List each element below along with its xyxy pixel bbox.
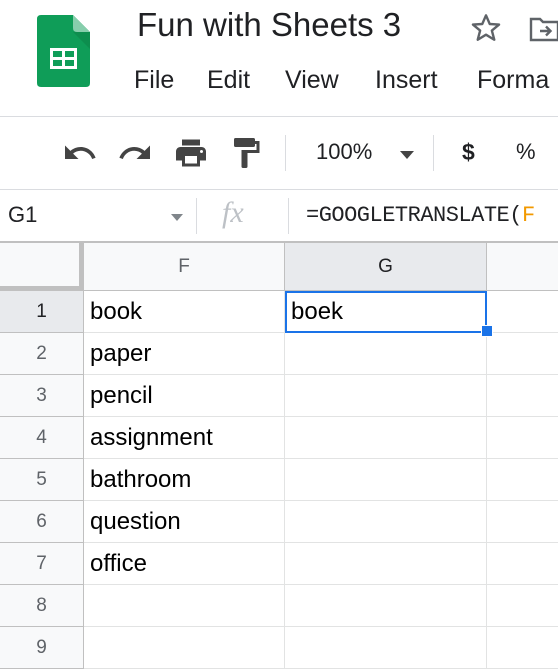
row-header[interactable]: 9 (0, 627, 84, 669)
active-cell-selection (285, 291, 487, 333)
column-header-h[interactable] (487, 243, 558, 291)
chevron-down-icon[interactable] (171, 214, 183, 221)
row-header[interactable]: 1 (0, 291, 84, 333)
menu-format[interactable]: Forma (477, 66, 549, 95)
cell-h8[interactable] (487, 585, 558, 627)
row-header[interactable]: 7 (0, 543, 84, 585)
menu-file[interactable]: File (134, 66, 174, 95)
star-icon[interactable] (470, 12, 502, 44)
row-header[interactable]: 2 (0, 333, 84, 375)
formula-bar-separator (288, 198, 289, 234)
cell-g2[interactable] (285, 333, 487, 375)
cell-g7[interactable] (285, 543, 487, 585)
formula-text: =GOOGLETRANSLATE( (306, 203, 522, 228)
zoom-select[interactable]: 100% (316, 139, 372, 165)
cell-f6[interactable]: question (84, 501, 285, 543)
cell-f8[interactable] (84, 585, 285, 627)
row-header[interactable]: 3 (0, 375, 84, 417)
fill-handle[interactable] (481, 325, 493, 337)
fx-icon: fx (222, 196, 244, 229)
cell-f9[interactable] (84, 627, 285, 669)
move-to-folder-icon[interactable] (528, 14, 558, 44)
cell-h2[interactable] (487, 333, 558, 375)
select-all-corner[interactable] (0, 243, 84, 291)
cell-h5[interactable] (487, 459, 558, 501)
document-title[interactable]: Fun with Sheets 3 (137, 6, 401, 44)
menu-insert[interactable]: Insert (375, 66, 438, 95)
cell-f7[interactable]: office (84, 543, 285, 585)
cell-f4[interactable]: assignment (84, 417, 285, 459)
redo-icon[interactable] (117, 135, 153, 171)
menu-edit[interactable]: Edit (207, 66, 250, 95)
cell-h1[interactable] (487, 291, 558, 333)
cell-h4[interactable] (487, 417, 558, 459)
row-header[interactable]: 5 (0, 459, 84, 501)
row-header[interactable]: 6 (0, 501, 84, 543)
toolbar-separator (433, 135, 434, 171)
toolbar-separator (285, 135, 286, 171)
cell-f2[interactable]: paper (84, 333, 285, 375)
formula-input[interactable]: =GOOGLETRANSLATE(F (306, 203, 535, 228)
cell-g8[interactable] (285, 585, 487, 627)
toolbar-divider (0, 189, 558, 190)
formula-reference: F (521, 203, 535, 228)
format-currency-button[interactable]: $ (462, 139, 475, 166)
cell-g3[interactable] (285, 375, 487, 417)
cell-h9[interactable] (487, 627, 558, 669)
row-header[interactable]: 4 (0, 417, 84, 459)
cell-f1[interactable]: book (84, 291, 285, 333)
cell-g6[interactable] (285, 501, 487, 543)
cell-h6[interactable] (487, 501, 558, 543)
sheets-logo-icon[interactable] (37, 15, 90, 87)
chevron-down-icon[interactable] (399, 150, 415, 160)
formula-bar-separator (196, 198, 197, 234)
cell-g5[interactable] (285, 459, 487, 501)
cell-h7[interactable] (487, 543, 558, 585)
cell-h3[interactable] (487, 375, 558, 417)
cell-g4[interactable] (285, 417, 487, 459)
cell-g9[interactable] (285, 627, 487, 669)
column-header-f[interactable]: F (84, 243, 285, 291)
format-percent-button[interactable]: % (516, 139, 536, 165)
column-header-g[interactable]: G (285, 243, 487, 291)
cell-f5[interactable]: bathroom (84, 459, 285, 501)
cell-f3[interactable]: pencil (84, 375, 285, 417)
paint-format-icon[interactable] (228, 135, 264, 171)
undo-icon[interactable] (62, 135, 98, 171)
header-divider (0, 116, 558, 117)
name-box[interactable]: G1 (8, 202, 37, 228)
row-header[interactable]: 8 (0, 585, 84, 627)
print-icon[interactable] (173, 135, 209, 171)
menu-view[interactable]: View (285, 66, 339, 95)
